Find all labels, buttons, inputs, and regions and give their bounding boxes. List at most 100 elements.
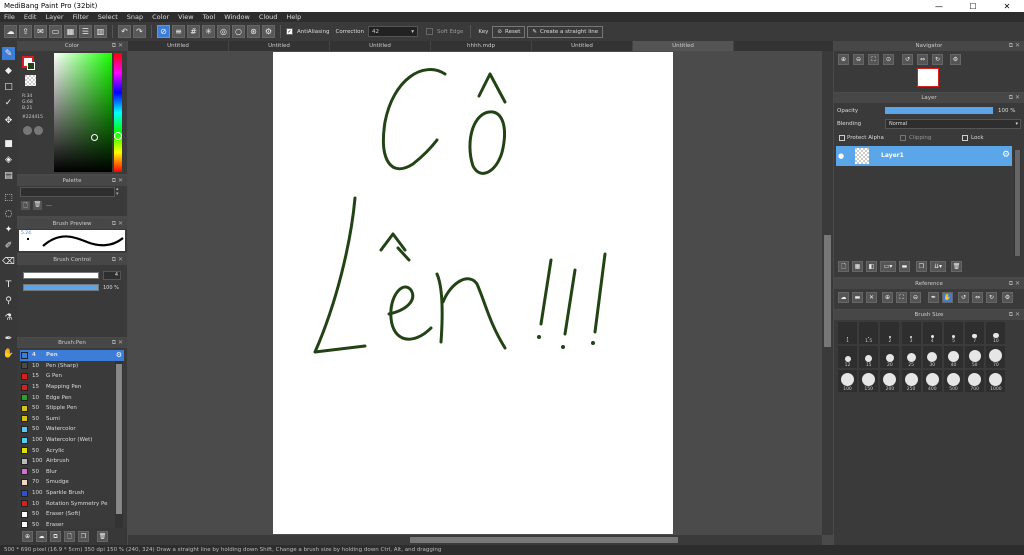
undo-icon[interactable]: ↶ — [118, 25, 131, 38]
panel-close-icon[interactable]: ⧉ ✕ — [112, 339, 123, 347]
layer-scroll-thumb[interactable] — [1015, 150, 1020, 256]
reference-rotate-left-icon[interactable]: ↺ — [958, 292, 969, 303]
tab-untitled-active[interactable]: Untitled — [633, 41, 734, 51]
check-tool-icon[interactable]: ✓ — [2, 96, 15, 109]
brush-settings-icon[interactable]: ⚙ — [116, 351, 122, 359]
color-sliders-icon[interactable] — [34, 126, 43, 135]
lasso-tool-icon[interactable]: ◌ — [2, 207, 15, 220]
background-color-swatch[interactable] — [27, 62, 35, 70]
clipping-checkbox[interactable] — [900, 135, 906, 141]
brush-item[interactable]: 10 Pen (Sharp) — [20, 361, 124, 372]
palette-spin-icon[interactable]: ▴ ▾ — [116, 187, 123, 197]
brush-item[interactable]: 10 Edge Pen — [20, 392, 124, 403]
chat-icon[interactable]: ✉ — [34, 25, 47, 38]
vanishing-snap-icon[interactable]: ⊛ — [247, 25, 260, 38]
layer-new-folder-dropdown-icon[interactable]: ▭▾ — [880, 261, 896, 272]
upload-icon[interactable]: ⇪ — [19, 25, 32, 38]
brush-item[interactable]: 4 Pen ⚙ — [20, 350, 124, 361]
panel-close-icon[interactable]: ⧉ ✕ — [112, 177, 123, 185]
magic-wand-tool-icon[interactable]: ✦ — [2, 223, 15, 236]
brush-size-option[interactable]: 5 — [944, 322, 963, 344]
select-tool-icon[interactable]: ⬚ — [2, 191, 15, 204]
panel-close-icon[interactable]: ⧉ ✕ — [112, 42, 123, 50]
grid-snap-icon[interactable]: # — [187, 25, 200, 38]
brush-size-option[interactable]: 100 — [838, 370, 857, 392]
menu-cloud[interactable]: Cloud — [259, 13, 278, 21]
palette-new-icon[interactable]: 🗋 — [21, 201, 30, 210]
protect-alpha-checkbox[interactable] — [839, 135, 845, 141]
vertical-scroll-thumb[interactable] — [824, 235, 831, 347]
brush-copy-icon[interactable]: ⧉ — [50, 531, 61, 542]
brush-size-value[interactable]: 4 — [103, 271, 121, 280]
antialias-checkbox[interactable]: ✓ — [286, 28, 293, 35]
reference-open-icon[interactable]: ▬ — [852, 292, 863, 303]
brush-size-option[interactable]: 25 — [901, 346, 921, 368]
menu-edit[interactable]: Edit — [24, 13, 37, 21]
reference-cloud-icon[interactable]: ☁ — [838, 292, 849, 303]
text-tool-icon[interactable]: T — [2, 278, 15, 291]
brush-size-option[interactable]: 500 — [944, 370, 963, 392]
brush-size-option[interactable]: 10 — [986, 322, 1006, 344]
color-wheel-icon[interactable] — [23, 126, 32, 135]
move-tool-icon[interactable]: ✥ — [2, 114, 15, 127]
brush-add-icon[interactable]: ⊕ — [22, 531, 33, 542]
brush-size-option[interactable]: 15 — [859, 346, 879, 368]
brush-size-option[interactable]: 250 — [901, 370, 921, 392]
brush-item[interactable]: 50 Watercolor — [20, 424, 124, 435]
brush-item[interactable]: 15 Mapping Pen — [20, 382, 124, 393]
fit-icon[interactable]: ⛶ — [868, 54, 879, 65]
select-eraser-tool-icon[interactable]: ⌫ — [2, 255, 15, 268]
actual-size-icon[interactable]: ⊙ — [883, 54, 894, 65]
panel-close-icon[interactable]: ⧉ ✕ — [1009, 42, 1020, 50]
reset-button[interactable]: ⊘ Reset — [492, 25, 526, 38]
bucket-tool-icon[interactable]: ◈ — [2, 153, 15, 166]
minimize-button[interactable]: — — [922, 0, 956, 12]
brush-size-option[interactable]: 50 — [965, 346, 985, 368]
layer-folder-icon[interactable]: ▬ — [899, 261, 910, 272]
layer-blending-select[interactable]: Normal ▾ — [885, 119, 1021, 129]
brush-size-option[interactable]: 12 — [838, 346, 857, 368]
brush-item[interactable]: 100 Sparkle Brush — [20, 488, 124, 499]
reference-hand-icon[interactable]: ✋ — [942, 292, 953, 303]
eyedropper-tool-icon[interactable]: ⚗ — [2, 311, 15, 324]
brush-item[interactable]: 15 G Pen — [20, 371, 124, 382]
snap-settings-icon[interactable]: ⚙ — [262, 25, 275, 38]
menu-help[interactable]: Help — [286, 13, 301, 21]
layer-new-color-icon[interactable]: ◧ — [866, 261, 877, 272]
reference-settings-icon[interactable]: ⚙ — [1002, 292, 1013, 303]
horizontal-scroll-thumb[interactable] — [410, 537, 678, 543]
reference-close-icon[interactable]: ✕ — [866, 292, 877, 303]
brush-size-option[interactable]: 200 — [880, 370, 900, 392]
maximize-button[interactable]: ☐ — [956, 0, 990, 12]
zoom-out-icon[interactable]: ⊖ — [853, 54, 864, 65]
eye-icon[interactable]: ● — [838, 152, 844, 160]
brush-size-option[interactable]: 3 — [901, 322, 921, 344]
panel-icon[interactable]: ▥ — [94, 25, 107, 38]
panel-close-icon[interactable]: ⧉ ✕ — [1009, 94, 1020, 102]
reference-flip-icon[interactable]: ⇔ — [972, 292, 983, 303]
pipette-tool-icon[interactable]: ✒ — [2, 332, 15, 345]
canvas-vertical-scrollbar[interactable] — [822, 51, 833, 535]
parallel-snap-icon[interactable]: ≡ — [172, 25, 185, 38]
brush-item[interactable]: 100 Watercolor (Wet) — [20, 435, 124, 446]
cloud-icon[interactable]: ☁ — [4, 25, 17, 38]
canvas-paper[interactable] — [273, 52, 673, 534]
layer-opacity-slider[interactable] — [885, 107, 993, 114]
panel-close-icon[interactable]: ⧉ ✕ — [1009, 280, 1020, 288]
brush-size-option[interactable]: 4 — [922, 322, 942, 344]
panel-close-icon[interactable]: ⧉ ✕ — [112, 256, 123, 264]
fill-rect-tool-icon[interactable]: ■ — [2, 137, 15, 150]
brush-size-slider[interactable] — [23, 272, 99, 279]
lock-checkbox[interactable] — [962, 135, 968, 141]
select-pen-tool-icon[interactable]: ✐ — [2, 239, 15, 252]
monitor-icon[interactable]: ▭ — [49, 25, 62, 38]
no-snap-icon[interactable]: ⊘ — [157, 25, 170, 38]
menu-list-icon[interactable]: ☰ — [79, 25, 92, 38]
redo-icon[interactable]: ↷ — [133, 25, 146, 38]
brush-size-option[interactable]: 20 — [880, 346, 900, 368]
correction-select[interactable]: 42 ▾ — [367, 26, 418, 37]
eraser-tool-icon[interactable]: ◆ — [2, 64, 15, 77]
reference-fit-icon[interactable]: ⛶ — [896, 292, 907, 303]
gradient-tool-icon[interactable]: ▤ — [2, 169, 15, 182]
grid-icon[interactable]: ▦ — [64, 25, 77, 38]
